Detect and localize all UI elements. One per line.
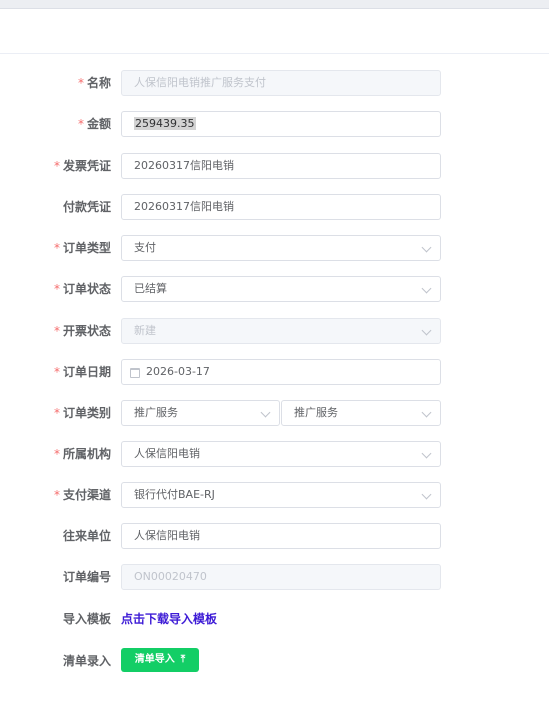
upload-icon: ⤒ [180,654,186,665]
list-entry-label: 清单录入 [62,654,111,668]
amount-row: * 金额 259439.35 [0,111,549,137]
order-status-select[interactable]: 已结算 [121,276,441,302]
invoice-status-select: 新建 [121,318,441,344]
template-label: 导入模板 [62,612,111,626]
required-mark: * [53,447,60,461]
invoice-status-row: * 开票状态 新建 [0,318,549,344]
download-template-link[interactable]: 点击下载导入模板 [121,606,217,632]
chevron-down-icon [421,407,432,418]
order-type-select[interactable]: 支付 [121,235,441,261]
amount-input[interactable]: 259439.35 [121,111,441,137]
required-mark: * [77,117,84,131]
order-category-label: 订单类别 [62,406,111,420]
order-type-label: 订单类型 [62,241,111,255]
org-row: * 所属机构 人保信阳电销 [0,441,549,467]
chevron-down-icon [421,489,432,500]
order-type-row: * 订单类型 支付 [0,235,549,261]
channel-label: 支付渠道 [62,488,111,502]
required-mark: * [53,241,60,255]
chevron-down-icon [260,407,271,418]
chevron-down-icon [421,448,432,459]
name-row: * 名称 人保信阳电销推广服务支付 [0,70,549,96]
channel-row: * 支付渠道 银行代付BAE-RJ [0,482,549,508]
partner-input[interactable]: 人保信阳电销 [121,523,441,549]
partner-row: 往来单位 人保信阳电销 [0,523,549,549]
template-row: 导入模板 点击下载导入模板 [0,606,549,632]
list-entry-row: 清单录入 清单导入 ⤒ [0,648,549,674]
org-label: 所属机构 [62,447,111,461]
chevron-down-icon [421,242,432,253]
required-mark: * [53,159,60,173]
chevron-down-icon [421,325,432,336]
required-mark: * [53,488,60,502]
amount-label: 金额 [86,117,111,131]
invoice-row: * 发票凭证 20260317信阳电销 [0,153,549,179]
required-mark: * [77,76,84,90]
channel-select[interactable]: 银行代付BAE-RJ [121,482,441,508]
order-date-label: 订单日期 [62,365,111,379]
invoice-input[interactable]: 20260317信阳电销 [121,153,441,179]
required-mark: * [53,406,60,420]
invoice-status-label: 开票状态 [62,324,111,338]
order-status-label: 订单状态 [62,282,111,296]
top-bar [0,0,549,9]
order-category-row: * 订单类别 推广服务 推广服务 [0,400,549,426]
chevron-down-icon [421,283,432,294]
amount-value: 259439.35 [134,117,196,130]
partner-label: 往来单位 [62,529,111,543]
order-no-row: 订单编号 ON00020470 [0,564,549,590]
order-category-select-1[interactable]: 推广服务 [121,400,280,426]
payment-input[interactable]: 20260317信阳电销 [121,194,441,220]
name-label: 名称 [86,76,111,90]
order-date-picker[interactable]: 2026-03-17 [121,359,441,385]
org-select[interactable]: 人保信阳电销 [121,441,441,467]
required-mark: * [53,365,60,379]
required-mark: * [53,324,60,338]
order-no-input: ON00020470 [121,564,441,590]
invoice-label: 发票凭证 [62,159,111,173]
order-no-label: 订单编号 [62,570,111,584]
order-category-select-2[interactable]: 推广服务 [281,400,441,426]
payment-label: 付款凭证 [62,200,111,214]
order-status-row: * 订单状态 已结算 [0,276,549,302]
calendar-icon [130,368,140,378]
name-input: 人保信阳电销推广服务支付 [121,70,441,96]
header-divider [0,53,549,54]
payment-row: 付款凭证 20260317信阳电销 [0,194,549,220]
list-import-button[interactable]: 清单导入 ⤒ [121,648,199,672]
order-date-row: * 订单日期 2026-03-17 [0,359,549,385]
required-mark: * [53,282,60,296]
